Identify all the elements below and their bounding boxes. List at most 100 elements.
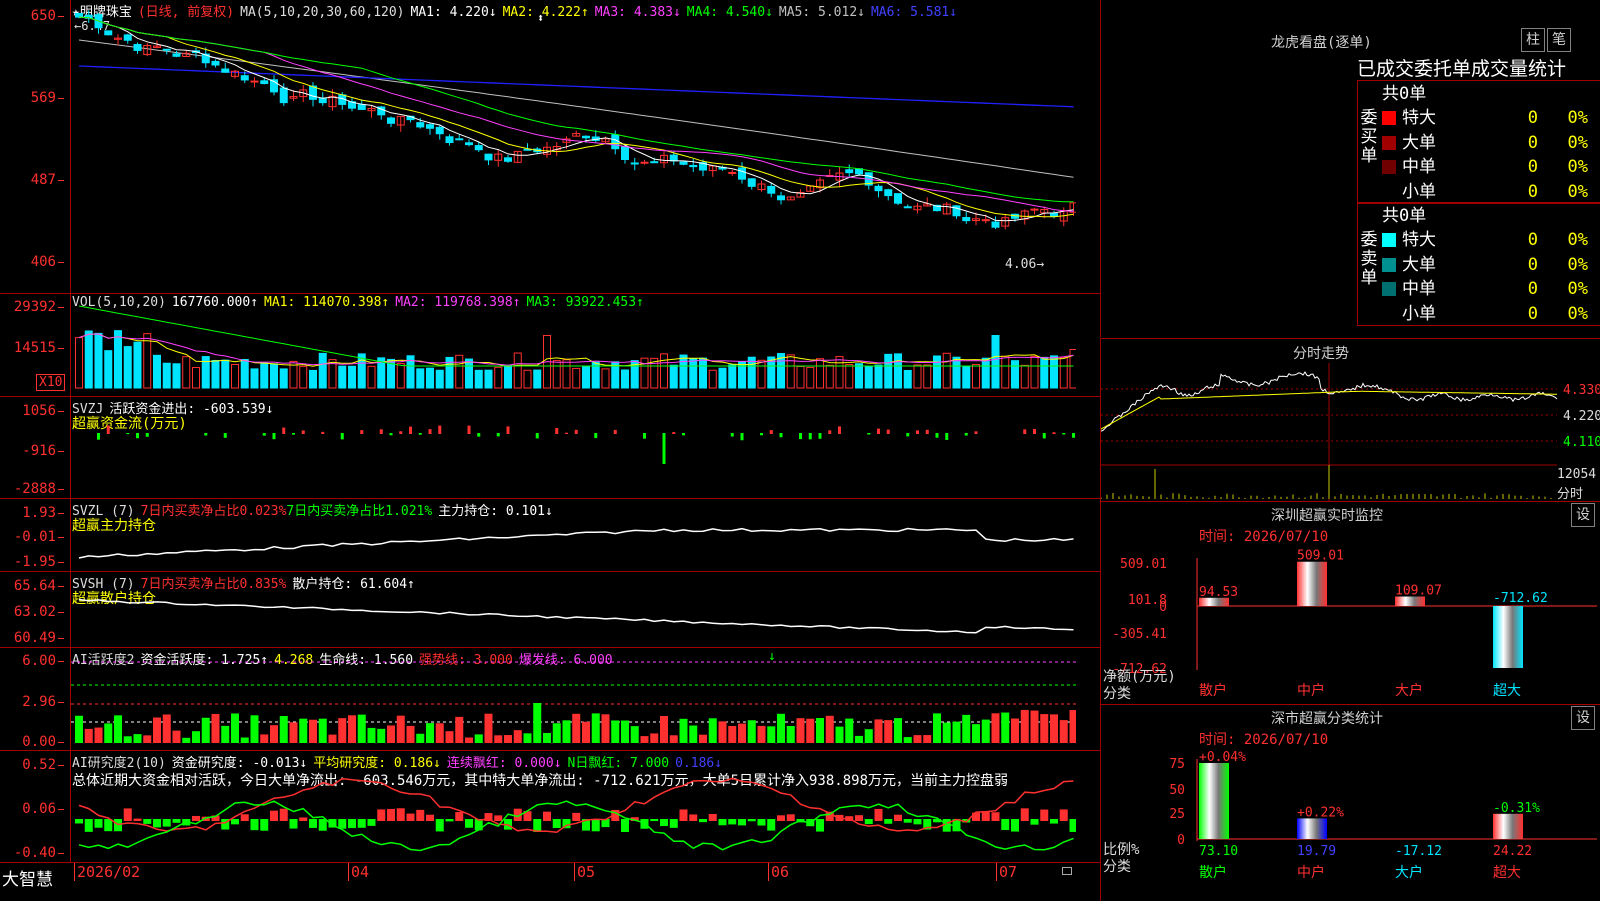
flow-bar	[292, 433, 295, 435]
activity-bar	[952, 721, 961, 743]
row-label: 小单	[1402, 181, 1436, 202]
activity-bar	[747, 720, 756, 743]
candle-body	[484, 153, 493, 161]
flow-bar	[760, 433, 763, 436]
volume-bar	[338, 365, 347, 389]
research-bar	[660, 819, 668, 827]
order-row: 中单 0 0%	[1382, 152, 1588, 177]
bar-value-label: 19.79	[1297, 844, 1336, 859]
flow-bar	[808, 433, 812, 440]
research-bar	[816, 819, 824, 832]
y-tick: 1.93	[22, 505, 56, 521]
candle-body	[1050, 213, 1058, 217]
activity-bar	[1050, 714, 1058, 743]
intraday-panel[interactable]: 分时走势 4.330 4.220 4.110 12054 分时	[1100, 338, 1600, 502]
activity-bar	[1069, 710, 1076, 743]
volume-bar	[601, 368, 610, 389]
lock-icon[interactable]	[1062, 867, 1072, 875]
y-tick: 60.49	[13, 630, 56, 646]
intraday-price-tick: 4.220	[1563, 409, 1600, 424]
activity-bar	[767, 726, 776, 743]
order-row: 特大 0 0%	[1382, 103, 1588, 128]
candle-body	[845, 169, 854, 174]
activity-bar	[279, 715, 288, 743]
research-bar	[552, 819, 561, 829]
research-bar	[455, 812, 464, 821]
sz-monitor-panel[interactable]: 深圳超赢实时监控 设 时间: 2026/07/10 509.01 101.8 0 -3…	[1100, 501, 1600, 704]
y-tick: 25	[1169, 807, 1185, 822]
activity-bar	[825, 715, 834, 743]
ai-research-panel[interactable]: 0.52 0.06 -0.40 AI研究度2(10) 资金研究度: -0.013↓…	[0, 751, 1100, 862]
research-bar	[270, 810, 278, 821]
x-tick: 07	[996, 863, 1017, 881]
flow-bar	[535, 433, 539, 439]
y-tick: 0.00	[22, 734, 56, 750]
dragon-tiger-title: 龙虎看盘(逐单)	[1271, 35, 1372, 51]
sell-total: 共0单	[1382, 206, 1427, 226]
down-arrow: ↓	[768, 649, 776, 664]
y-tick: 65.64	[13, 578, 56, 594]
volume-panel[interactable]: 29392 14515 X10 VOL(5,10,20) 167760.000↑ M…	[0, 294, 1100, 397]
retail-position-chart[interactable]	[71, 572, 1076, 646]
candle-body	[260, 80, 269, 85]
bar-value-label: 94.53	[1199, 585, 1238, 600]
flow-bar	[418, 433, 422, 435]
y-tick: 0.52	[22, 757, 56, 773]
activity-bar	[884, 720, 893, 743]
retail-position-line	[78, 598, 1074, 634]
ai-research-chart[interactable]	[71, 751, 1076, 862]
volume-bar	[806, 366, 815, 389]
candle-body	[777, 195, 785, 201]
volume-bar	[260, 362, 269, 389]
activity-bar	[250, 715, 259, 743]
order-row: 特大 0 0%	[1382, 225, 1588, 250]
candle-body	[445, 136, 454, 144]
svzl-panel[interactable]: 1.93 -0.01 -1.95 SVZL (7) 7日内买卖净占比0.023%7…	[0, 499, 1100, 572]
vol-y-axis: 29392 14515 X10	[0, 294, 71, 396]
candle-body	[640, 161, 649, 164]
volume-bar	[465, 358, 473, 389]
bar-mode-button[interactable]: 柱	[1521, 28, 1545, 52]
main-position-chart[interactable]	[71, 499, 1076, 570]
legend-swatch	[1382, 135, 1396, 150]
ai-activity-chart[interactable]: ↓	[71, 648, 1076, 749]
volume-bar	[699, 357, 707, 389]
buy-section: 委买单 共0单 特大 0 0% 大单 0 0% 中单 0 0% 小单 0 0%	[1357, 80, 1600, 204]
bar-value-label: -712.62	[1493, 591, 1548, 606]
volume-bar	[240, 358, 249, 389]
y-tick: 1056	[22, 403, 56, 419]
candle-body	[426, 124, 434, 129]
intraday-chart[interactable]	[1101, 339, 1600, 501]
activity-bar	[396, 715, 405, 743]
bar-value-label: 24.22	[1493, 844, 1532, 859]
fund-flow-chart[interactable]	[71, 397, 1076, 497]
activity-bar	[874, 719, 883, 743]
row-count: 0	[1527, 303, 1538, 324]
activity-bar	[143, 735, 152, 743]
flow-bar	[613, 429, 617, 434]
flow-bar	[886, 429, 890, 434]
activity-bar	[260, 734, 269, 743]
candle-body	[669, 154, 678, 162]
row-count: 0	[1527, 108, 1538, 128]
stat-bar	[1493, 606, 1523, 668]
candlestick-chart[interactable]: ⬍	[71, 0, 1076, 292]
row-label: 小单	[1402, 303, 1436, 324]
sz-class-panel[interactable]: 深市超赢分类统计 设 时间: 2026/07/10 75 50 25 0 散户 +0.04…	[1100, 704, 1600, 901]
ratio-chart[interactable]: 75 50 25 0 散户 +0.04% 73.10 中户 +0.22% 19.79 大户 -17.1…	[1101, 705, 1600, 901]
ai-activity-panel[interactable]: 6.00 2.96 0.00 AI活跃度2 资金活跃度: 1.725↑ 4.268 生…	[0, 648, 1100, 751]
flow-bar	[506, 426, 510, 434]
dragon-tiger-panel: 龙虎看盘(逐单) 柱 笔 已成交委托单成交量统计 委买单 共0单 特大 0 0% 大单…	[1100, 0, 1600, 337]
svsh-panel[interactable]: 65.64 63.02 60.49 SVSH (7) 7日内买卖净占比0.835%…	[0, 572, 1100, 648]
volume-chart[interactable]	[71, 294, 1076, 395]
buy-side-label: 委买单	[1360, 108, 1378, 166]
tick-mode-button[interactable]: 笔	[1547, 28, 1571, 52]
flow-bar	[925, 429, 929, 434]
order-row: 大单 0 0%	[1382, 128, 1588, 153]
kline-panel[interactable]: 650 569 487 406 ★明牌珠宝 (日线, 前复权) MA(5,10,20…	[0, 0, 1100, 294]
x-tick: 04	[348, 863, 369, 881]
candle-body	[738, 167, 746, 180]
flow-bar	[643, 433, 646, 439]
activity-bar	[348, 715, 356, 743]
svzj-panel[interactable]: 1056 -916 -2888 SVZJ 活跃资金进出: -603.539↓ 超赢…	[0, 397, 1100, 499]
